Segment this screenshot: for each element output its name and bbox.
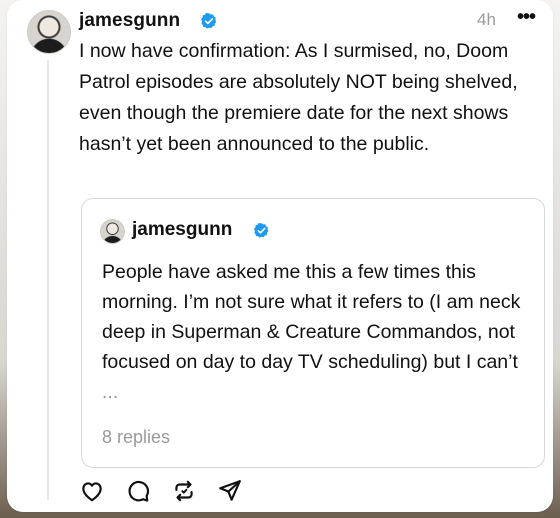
quoted-author-avatar[interactable] (100, 219, 125, 244)
post-timestamp: 4h (477, 10, 496, 29)
repost-icon[interactable] (171, 478, 197, 504)
like-icon[interactable] (79, 478, 105, 504)
comment-icon[interactable] (125, 478, 151, 504)
quoted-replies-count[interactable]: 8 replies (102, 427, 170, 448)
share-icon[interactable] (217, 478, 243, 504)
author-username[interactable]: jamesgunn (79, 10, 180, 32)
verified-badge-icon (253, 222, 269, 238)
author-avatar[interactable] (27, 10, 71, 54)
quoted-post-text: People have asked me this a few times th… (102, 257, 532, 407)
truncation-ellipsis: ... (102, 381, 119, 403)
more-options-icon[interactable]: ••• (517, 6, 536, 29)
quoted-author-username[interactable]: jamesgunn (132, 219, 232, 241)
quoted-post-body: People have asked me this a few times th… (102, 261, 521, 373)
post-text: I now have confirmation: As I surmised, … (79, 40, 518, 155)
verified-badge-icon (201, 12, 217, 29)
quoted-post[interactable]: jamesgunn People have asked me this a fe… (81, 198, 545, 468)
thread-post-card: jamesgunn 4h ••• I now have confirmation… (7, 0, 553, 512)
thread-line (47, 60, 49, 500)
